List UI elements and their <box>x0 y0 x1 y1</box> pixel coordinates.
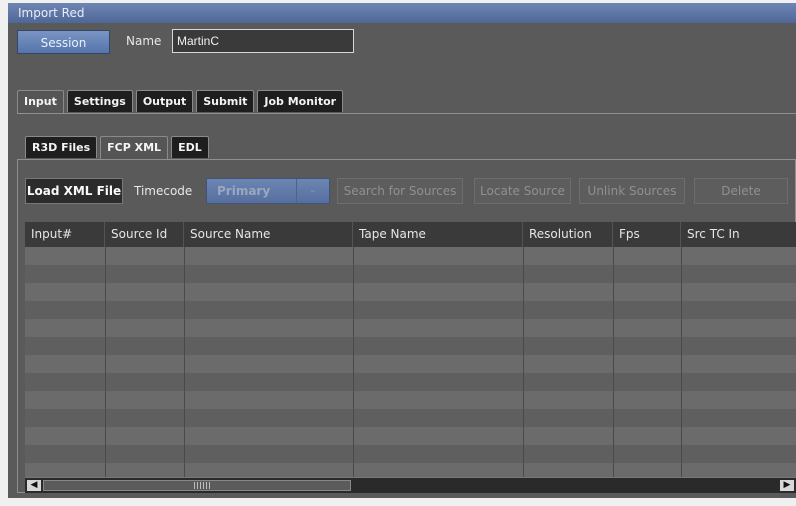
column-divider <box>353 247 354 477</box>
delete-button[interactable]: Delete <box>694 178 788 204</box>
name-field[interactable] <box>172 29 354 53</box>
timecode-dropdown[interactable]: Primary – <box>206 178 330 204</box>
tab-output[interactable]: Output <box>135 90 194 112</box>
left-arrow-icon[interactable]: ◀ <box>27 480 41 491</box>
chevron-down-icon: – <box>296 179 329 203</box>
sub-tab-bar: R3D Files FCP XML EDL <box>25 136 209 160</box>
window-title: Import Red <box>8 3 796 23</box>
tab-settings[interactable]: Settings <box>66 90 133 112</box>
main-tab-bar: Input Settings Output Submit Job Monitor <box>17 90 344 114</box>
unlink-sources-button[interactable]: Unlink Sources <box>579 178 685 204</box>
load-xml-file-button[interactable]: Load XML File <box>25 178 123 204</box>
column-header-source-name[interactable]: Source Name <box>184 222 353 247</box>
tab-submit[interactable]: Submit <box>196 90 255 112</box>
tab-edl[interactable]: EDL <box>171 136 209 158</box>
tab-job-monitor[interactable]: Job Monitor <box>257 90 344 112</box>
import-red-window: Import Red Session Name Input Settings O… <box>8 3 796 498</box>
right-arrow-icon[interactable]: ▶ <box>780 480 794 491</box>
table-header: Input# Source Id Source Name Tape Name R… <box>25 222 796 247</box>
tab-r3d-files[interactable]: R3D Files <box>25 136 98 158</box>
column-header-input[interactable]: Input# <box>25 222 105 247</box>
tab-fcp-xml[interactable]: FCP XML <box>100 136 169 160</box>
sources-table: Input# Source Id Source Name Tape Name R… <box>25 222 796 477</box>
column-header-src-tc-in[interactable]: Src TC In <box>681 222 796 247</box>
column-header-fps[interactable]: Fps <box>613 222 681 247</box>
column-divider <box>613 247 614 477</box>
tab-input[interactable]: Input <box>17 90 64 114</box>
scrollbar-thumb[interactable] <box>43 480 351 491</box>
column-header-resolution[interactable]: Resolution <box>523 222 613 247</box>
column-divider <box>523 247 524 477</box>
column-header-tape-name[interactable]: Tape Name <box>353 222 523 247</box>
horizontal-scrollbar[interactable]: ◀ ▶ <box>25 477 796 493</box>
locate-source-button[interactable]: Locate Source <box>474 178 571 204</box>
grip-icon <box>194 482 210 489</box>
column-divider <box>105 247 106 477</box>
session-button[interactable]: Session <box>17 30 110 54</box>
search-for-sources-button[interactable]: Search for Sources <box>337 178 463 204</box>
column-divider <box>184 247 185 477</box>
column-divider <box>681 247 682 477</box>
column-header-source-id[interactable]: Source Id <box>105 222 184 247</box>
name-label: Name <box>126 34 162 48</box>
tab-divider <box>17 113 796 114</box>
timecode-label: Timecode <box>134 184 193 198</box>
timecode-value: Primary <box>217 184 271 198</box>
